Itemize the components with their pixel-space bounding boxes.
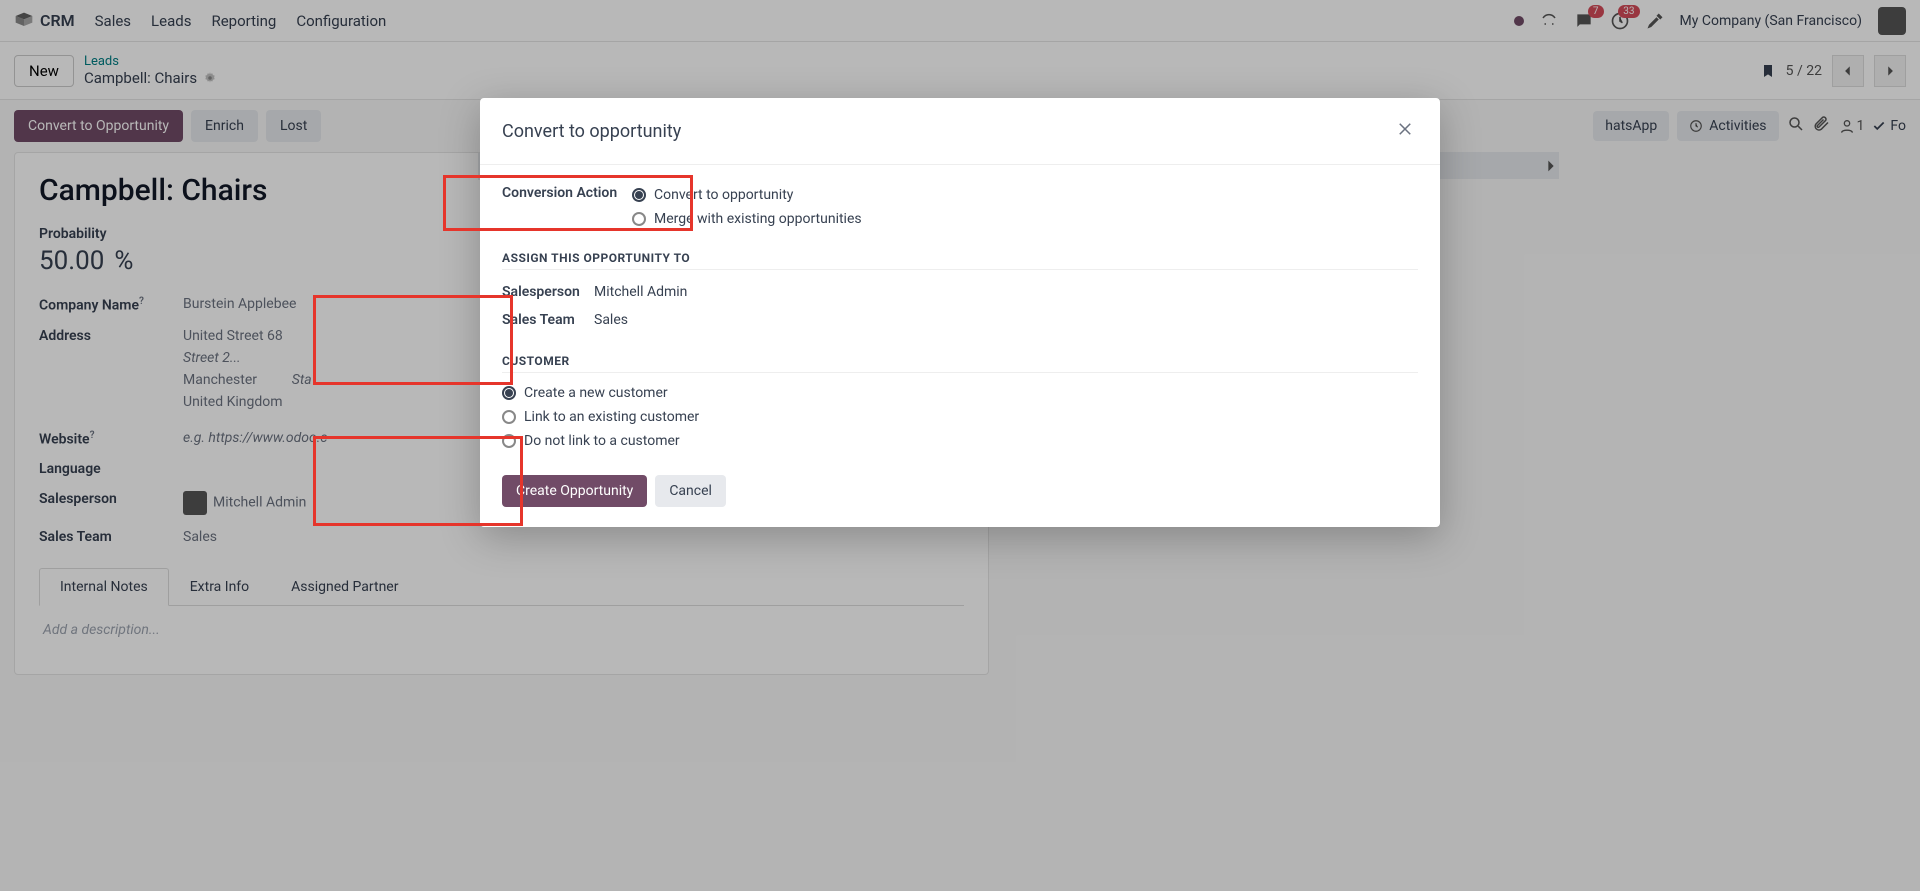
- radio-icon: [632, 212, 646, 226]
- modal-sales-team-label: Sales Team: [502, 312, 594, 328]
- radio-icon: [502, 410, 516, 424]
- radio-label: Merge with existing opportunities: [654, 211, 862, 227]
- modal-salesperson-value[interactable]: Mitchell Admin: [594, 284, 687, 300]
- conversion-action-label: Conversion Action: [502, 183, 632, 201]
- modal-sales-team-row[interactable]: Sales Team Sales: [502, 306, 1418, 334]
- modal-sales-team-value[interactable]: Sales: [594, 312, 628, 328]
- radio-label: Convert to opportunity: [654, 187, 793, 203]
- assign-section-header: ASSIGN THIS OPPORTUNITY TO: [502, 251, 1418, 270]
- radio-icon: [502, 386, 516, 400]
- modal-salesperson-label: Salesperson: [502, 284, 594, 300]
- radio-label: Do not link to a customer: [524, 433, 680, 449]
- conversion-action-row: Conversion Action Convert to opportunity…: [502, 183, 1418, 231]
- radio-no-link-customer[interactable]: Do not link to a customer: [502, 429, 1418, 453]
- radio-label: Create a new customer: [524, 385, 668, 401]
- radio-merge-opportunities[interactable]: Merge with existing opportunities: [632, 207, 1418, 231]
- modal-header: Convert to opportunity: [480, 98, 1440, 165]
- create-opportunity-button[interactable]: Create Opportunity: [502, 475, 647, 507]
- modal-body: Conversion Action Convert to opportunity…: [480, 165, 1440, 461]
- modal-footer: Create Opportunity Cancel: [480, 461, 1440, 527]
- close-icon: [1396, 120, 1414, 138]
- radio-create-customer[interactable]: Create a new customer: [502, 381, 1418, 405]
- modal-title: Convert to opportunity: [502, 121, 681, 142]
- radio-link-customer[interactable]: Link to an existing customer: [502, 405, 1418, 429]
- radio-icon: [632, 188, 646, 202]
- conversion-action-options: Convert to opportunity Merge with existi…: [632, 183, 1418, 231]
- modal-close-button[interactable]: [1392, 116, 1418, 146]
- customer-section-header: CUSTOMER: [502, 354, 1418, 373]
- cancel-button[interactable]: Cancel: [655, 475, 726, 507]
- radio-icon: [502, 434, 516, 448]
- radio-label: Link to an existing customer: [524, 409, 699, 425]
- radio-convert-to-opportunity[interactable]: Convert to opportunity: [632, 183, 1418, 207]
- convert-opportunity-modal: Convert to opportunity Conversion Action…: [480, 98, 1440, 527]
- modal-salesperson-row[interactable]: Salesperson Mitchell Admin: [502, 278, 1418, 306]
